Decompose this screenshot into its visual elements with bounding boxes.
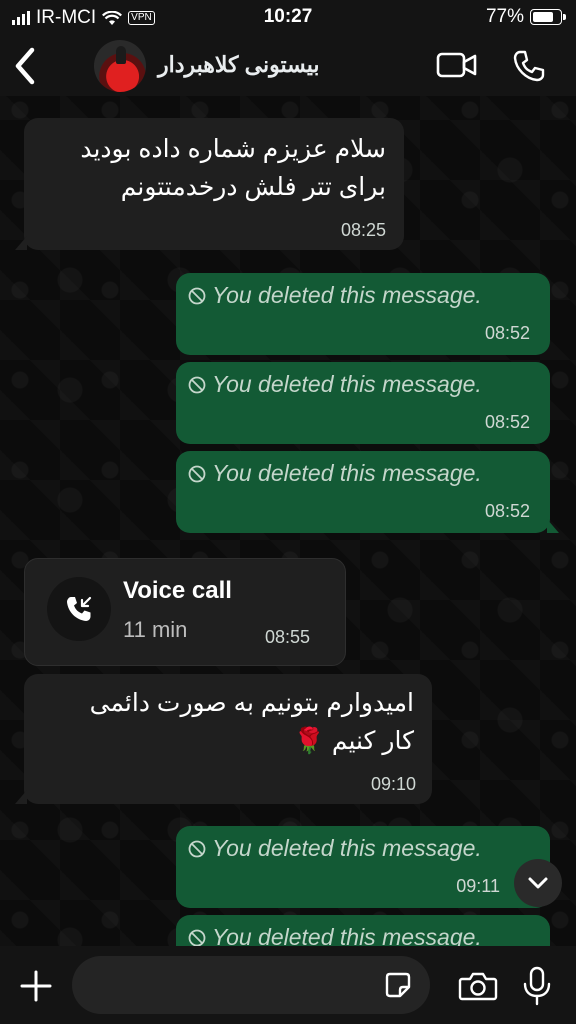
message-text-line: برای تتر فلش درخدمتتونم xyxy=(120,173,386,201)
message-time: 08:25 xyxy=(340,220,386,240)
camera-icon[interactable] xyxy=(458,970,498,1002)
deleted-icon xyxy=(188,840,206,857)
message-input[interactable] xyxy=(90,956,374,1016)
message-time: 08:52 xyxy=(484,412,530,432)
message-outgoing-deleted[interactable]: You deleted this message. 08:52 xyxy=(176,273,550,355)
contact-name[interactable]: بیستونی کلاهبردار xyxy=(158,52,319,78)
message-outgoing-deleted[interactable]: You deleted this message. 08:52 xyxy=(176,362,550,444)
status-bar: IR-MCI VPN 10:27 77% xyxy=(0,0,576,36)
message-time: 08:52 xyxy=(484,501,530,521)
voice-call-card[interactable]: Voice call 11 min 08:55 xyxy=(24,558,346,666)
deleted-icon xyxy=(188,929,206,946)
message-outgoing-deleted[interactable]: You deleted this message. 09:11 xyxy=(176,826,550,908)
message-text-line: امیدوارم بتونیم به صورت دائمی xyxy=(89,689,414,717)
video-camera-icon[interactable] xyxy=(436,51,478,79)
call-title: Voice call xyxy=(123,577,232,604)
microphone-icon[interactable] xyxy=(522,966,552,1006)
chat-header: بیستونی کلاهبردار xyxy=(0,36,576,96)
call-duration: 11 min xyxy=(123,617,188,642)
chevron-down-icon xyxy=(528,877,548,889)
message-time: 09:10 xyxy=(370,774,416,794)
scroll-to-bottom-button[interactable] xyxy=(514,859,562,907)
message-outgoing-deleted[interactable]: You deleted this message. 08:52 xyxy=(176,451,559,533)
deleted-icon xyxy=(188,376,206,393)
deleted-text: You deleted this message. xyxy=(212,460,482,486)
message-time: 09:11 xyxy=(456,876,500,896)
battery-percent: 77% xyxy=(485,6,524,27)
battery-icon xyxy=(530,9,566,25)
deleted-text: You deleted this message. xyxy=(212,835,482,861)
message-text-line: کار کنیم 🌹 xyxy=(293,727,414,755)
deleted-icon xyxy=(188,465,206,482)
message-time: 08:55 xyxy=(265,627,311,647)
incoming-call-icon xyxy=(67,596,92,621)
sticker-icon[interactable] xyxy=(384,971,412,999)
message-incoming[interactable]: امیدوارم بتونیم به صورت دائمی کار کنیم 🌹… xyxy=(15,674,432,804)
phone-icon[interactable] xyxy=(512,49,546,83)
deleted-icon xyxy=(188,287,206,304)
message-text-line: سلام عزیزم شماره داده بودید xyxy=(80,135,386,163)
composer-bar xyxy=(0,946,576,1024)
deleted-text: You deleted this message. xyxy=(212,282,482,308)
chevron-left-icon[interactable] xyxy=(12,46,38,86)
avatar[interactable] xyxy=(94,40,146,92)
message-input-box[interactable] xyxy=(72,956,430,1016)
deleted-text: You deleted this message. xyxy=(212,371,482,397)
message-incoming[interactable]: سلام عزیزم شماره داده بودید برای تتر فلش… xyxy=(15,118,404,250)
message-time: 08:52 xyxy=(484,323,530,343)
plus-icon[interactable] xyxy=(18,968,54,1004)
